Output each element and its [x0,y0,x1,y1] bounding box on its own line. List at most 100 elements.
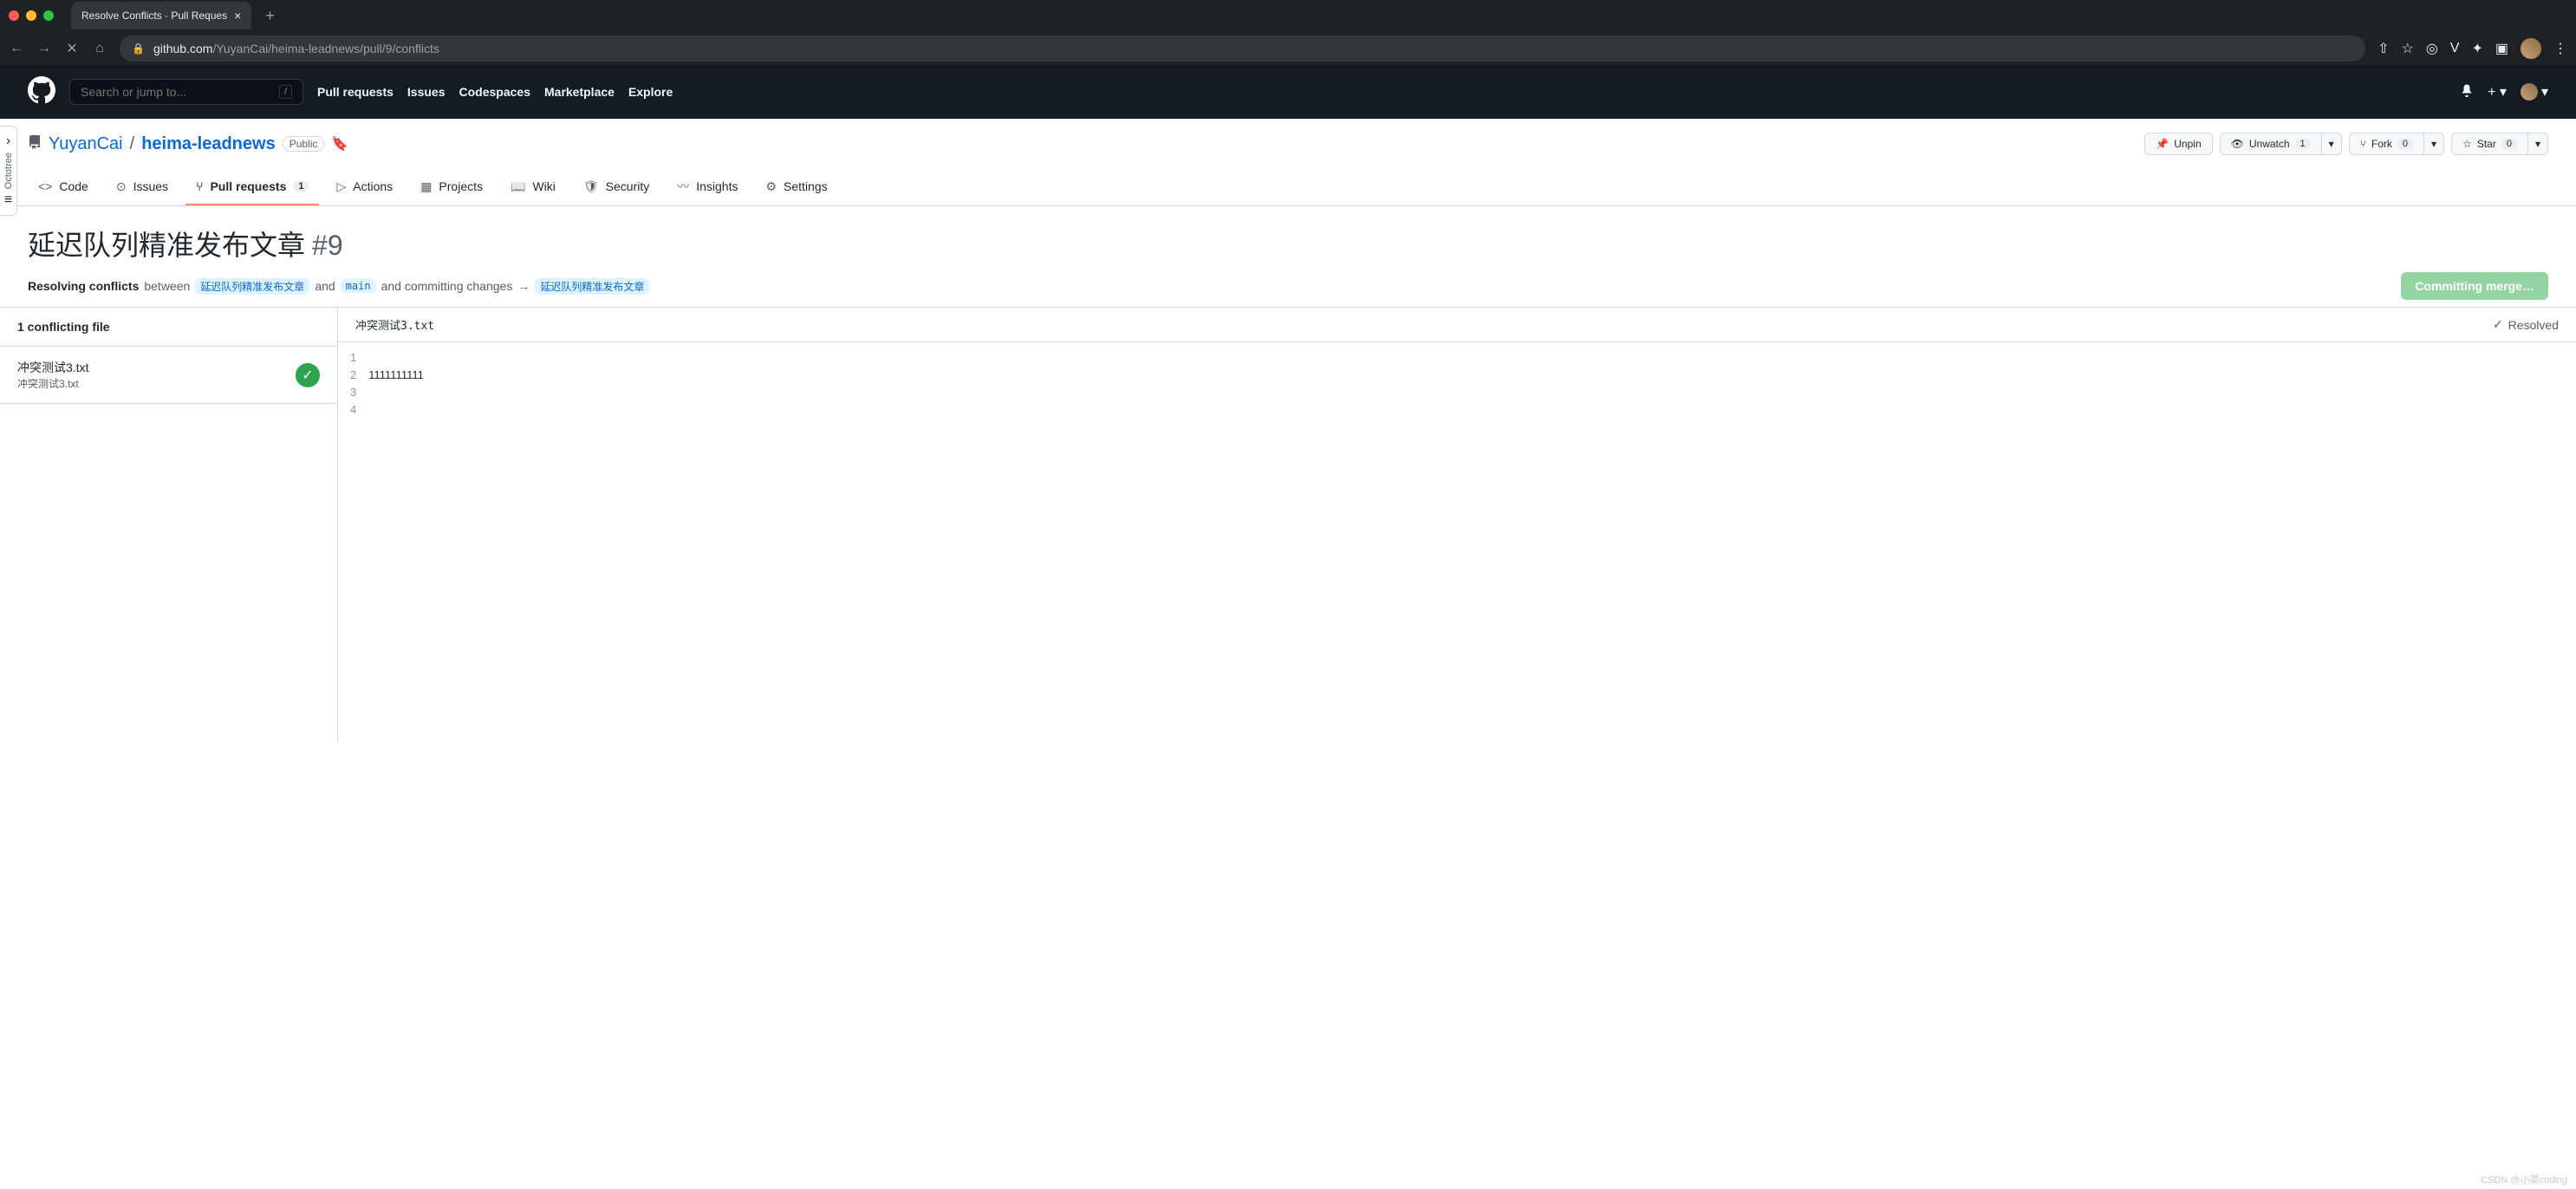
extension-v-icon[interactable]: V [2450,41,2460,56]
visibility-badge: Public [283,136,325,152]
notifications-icon[interactable] [2460,83,2474,101]
watermark: CSDN @小菜coding [2481,1173,2567,1186]
resolved-check-icon: ✓ [296,363,320,387]
url-text: github.com/YuyanCai/heima-leadnews/pull/… [153,42,439,55]
github-header: / Pull requests Issues Codespaces Market… [0,65,2576,119]
close-window-button[interactable] [9,10,19,21]
code-editor[interactable]: 1234 1111111111 [338,342,2576,419]
pin-icon: 📌 [2156,138,2169,150]
profile-avatar[interactable] [2521,38,2541,59]
global-nav: Pull requests Issues Codespaces Marketpl… [317,85,673,99]
star-button[interactable]: ☆ Star 0 [2451,133,2527,155]
tab-pull-requests[interactable]: ⑂Pull requests1 [185,169,319,205]
watch-label: Unwatch [2249,138,2290,150]
code-icon: <> [38,179,52,193]
browser-tab-bar: Resolve Conflicts · Pull Reques × + [0,0,2576,31]
tab-settings[interactable]: ⚙Settings [755,169,837,205]
repo-name-link[interactable]: heima-leadnews [141,134,276,154]
slash-key-hint: / [279,85,292,99]
global-search[interactable]: / [69,79,303,105]
fork-label: Fork [2371,138,2392,150]
stop-button[interactable]: ✕ [64,40,80,57]
fork-icon: ⑂ [2360,138,2366,150]
conflict-file-name: 冲突测试3.txt [17,359,285,376]
forward-button[interactable]: → [36,41,52,56]
watch-button[interactable]: 👁 Unwatch 1 [2220,133,2321,155]
bookmark-icon[interactable]: 🔖 [331,135,348,153]
star-icon: ☆ [2462,138,2472,150]
resolved-status: ✓ Resolved [2493,317,2559,332]
graph-icon: 〰 [677,178,689,195]
tab-actions[interactable]: ▷Actions [326,169,403,205]
panel-icon[interactable]: ▣ [2495,40,2508,57]
gear-icon: ⚙ [765,179,777,194]
octotree-toggle[interactable]: › Octotree ≡ [0,126,17,216]
pr-subheader: Resolving conflicts between 延迟队列精准发布文章 a… [28,272,2548,300]
search-input[interactable] [81,85,279,99]
unpin-label: Unpin [2174,138,2201,150]
conflict-editor: 冲突测试3.txt ✓ Resolved 1234 1111111111 [338,308,2576,741]
tab-projects[interactable]: ▦Projects [410,169,493,205]
commit-merge-button[interactable]: Committing merge… [2401,272,2548,300]
back-button[interactable]: ← [9,41,24,56]
branch-base-chip[interactable]: main [341,279,376,293]
fork-button[interactable]: ⑂ Fork 0 [2349,133,2423,155]
project-icon: ▦ [420,179,432,194]
play-icon: ▷ [336,179,346,194]
pr-title: 延迟队列精准发布文章 [28,224,305,263]
tab-issues[interactable]: ⊙Issues [106,169,179,205]
code-content[interactable]: 1111111111 [368,349,424,419]
repo-header: YuyanCai / heima-leadnews Public 🔖 📌 Unp… [0,119,2576,206]
pr-header: 延迟队列精准发布文章 #9 Resolving conflicts betwee… [0,206,2576,308]
watch-dropdown[interactable]: ▾ [2321,133,2342,155]
tab-code[interactable]: <>Code [28,169,99,205]
github-logo-icon[interactable] [28,76,55,108]
eye-icon: 👁 [2231,138,2244,150]
nav-pull-requests[interactable]: Pull requests [317,85,394,99]
user-menu[interactable]: ▾ [2521,83,2548,101]
branch-to-chip[interactable]: 延迟队列精准发布文章 [535,278,649,295]
fork-count: 0 [2397,139,2413,149]
tab-title: Resolve Conflicts · Pull Reques [81,10,227,22]
nav-codespaces[interactable]: Codespaces [459,85,530,99]
close-tab-icon[interactable]: × [234,9,241,23]
arrow-icon: → [517,279,530,293]
window-controls [9,10,54,21]
conflict-count-header: 1 conflicting file [0,308,337,347]
shield-icon: 🛡 [583,179,599,194]
new-tab-button[interactable]: + [265,7,275,25]
share-icon[interactable]: ⇧ [2378,40,2389,57]
repo-tabs: <>Code ⊙Issues ⑂Pull requests1 ▷Actions … [28,169,2548,205]
branch-from-chip[interactable]: 延迟队列精准发布文章 [195,278,309,295]
create-new-dropdown[interactable]: + ▾ [2488,83,2507,101]
star-dropdown[interactable]: ▾ [2527,133,2548,155]
more-icon[interactable]: ⋮ [2553,40,2567,57]
unpin-button[interactable]: 📌 Unpin [2144,133,2212,155]
browser-tab[interactable]: Resolve Conflicts · Pull Reques × [71,2,251,29]
tab-insights[interactable]: 〰Insights [667,169,748,205]
nav-marketplace[interactable]: Marketplace [544,85,615,99]
conflict-body: 1 conflicting file 冲突测试3.txt 冲突测试3.txt ✓… [0,308,2576,741]
home-button[interactable]: ⌂ [92,41,107,56]
conflict-file-item[interactable]: 冲突测试3.txt 冲突测试3.txt ✓ [0,347,337,404]
minimize-window-button[interactable] [26,10,36,21]
url-input[interactable]: 🔒 github.com/YuyanCai/heima-leadnews/pul… [120,36,2365,62]
repo-separator: / [130,134,135,154]
check-icon: ✓ [2493,317,2503,332]
nav-issues[interactable]: Issues [407,85,446,99]
conflict-file-path: 冲突测试3.txt [17,376,285,391]
repo-owner-link[interactable]: YuyanCai [49,134,123,154]
extension-icon[interactable]: ◎ [2426,40,2438,57]
star-label: Star [2477,138,2496,150]
maximize-window-button[interactable] [43,10,54,21]
pr-icon: ⑂ [196,179,203,193]
nav-explore[interactable]: Explore [628,85,673,99]
bookmark-star-icon[interactable]: ☆ [2401,40,2413,57]
conflict-file-list: 1 conflicting file 冲突测试3.txt 冲突测试3.txt ✓ [0,308,338,741]
fork-dropdown[interactable]: ▾ [2423,133,2444,155]
tab-wiki[interactable]: 📖Wiki [500,169,566,205]
browser-action-icons: ⇧ ☆ ◎ V ✦ ▣ ⋮ [2378,38,2567,59]
extensions-puzzle-icon[interactable]: ✦ [2471,40,2482,57]
tab-security[interactable]: 🛡Security [573,169,660,205]
editor-filename: 冲突测试3.txt [355,316,434,333]
